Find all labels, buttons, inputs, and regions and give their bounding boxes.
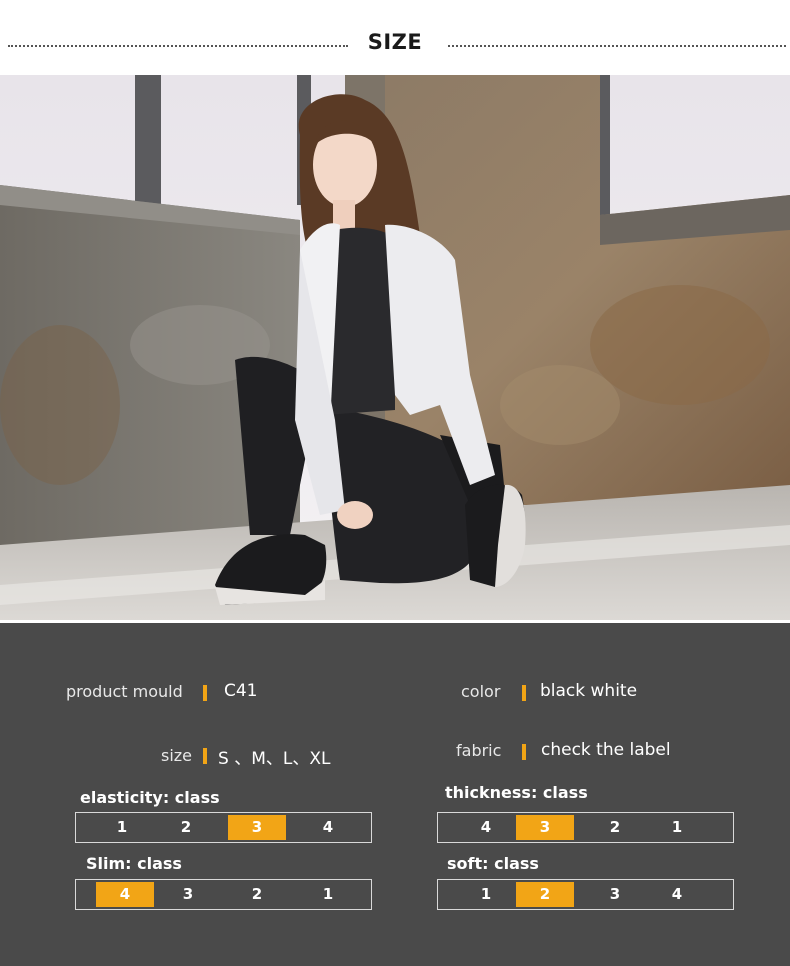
size-header: SIZE bbox=[0, 0, 790, 75]
slim-cell-4-selected: 4 bbox=[96, 882, 154, 907]
thickness-cell-3-selected: 3 bbox=[516, 815, 574, 840]
product-mould-label: product mould bbox=[66, 682, 183, 701]
size-divider bbox=[203, 748, 207, 764]
size-label: size bbox=[161, 746, 193, 765]
elasticity-cell-1: 1 bbox=[116, 818, 128, 836]
dotted-divider-left bbox=[8, 45, 348, 47]
product-mould-value: C41 bbox=[224, 681, 258, 701]
soft-cell-4: 4 bbox=[671, 885, 683, 903]
thickness-cell-4: 4 bbox=[480, 818, 492, 836]
elasticity-cell-4: 4 bbox=[322, 818, 334, 836]
elasticity-cell-3-selected: 3 bbox=[228, 815, 286, 840]
slim-cell-3: 3 bbox=[182, 885, 194, 903]
soft-scale: 1 2 3 4 bbox=[437, 879, 734, 910]
fabric-label: fabric bbox=[456, 741, 502, 760]
size-value: S 、M、L、XL bbox=[218, 749, 331, 769]
color-divider bbox=[522, 685, 526, 701]
slim-scale: 4 3 2 1 bbox=[75, 879, 372, 910]
soft-title: soft: class bbox=[447, 854, 539, 873]
soft-cell-2-selected: 2 bbox=[516, 882, 574, 907]
product-mould-divider bbox=[203, 685, 207, 701]
color-value: black white bbox=[540, 681, 638, 701]
slim-cell-1: 1 bbox=[322, 885, 334, 903]
fabric-value: check the label bbox=[541, 740, 671, 760]
soft-cell-1: 1 bbox=[480, 885, 492, 903]
thickness-cell-1: 1 bbox=[671, 818, 683, 836]
color-label: color bbox=[461, 682, 501, 701]
thickness-title: thickness: class bbox=[445, 783, 588, 802]
size-title: SIZE bbox=[367, 30, 423, 54]
spec-panel: product mould C41 color black white size… bbox=[0, 620, 790, 966]
thickness-cell-2: 2 bbox=[609, 818, 621, 836]
slim-cell-2: 2 bbox=[251, 885, 263, 903]
dotted-divider-right bbox=[448, 45, 786, 47]
slim-title: Slim: class bbox=[86, 854, 182, 873]
fabric-divider bbox=[522, 744, 526, 760]
elasticity-title: elasticity: class bbox=[80, 788, 220, 807]
elasticity-scale: 1 2 3 4 bbox=[75, 812, 372, 843]
elasticity-cell-2: 2 bbox=[180, 818, 192, 836]
soft-cell-3: 3 bbox=[609, 885, 621, 903]
product-photo bbox=[0, 75, 790, 620]
thickness-scale: 4 3 2 1 bbox=[437, 812, 734, 843]
